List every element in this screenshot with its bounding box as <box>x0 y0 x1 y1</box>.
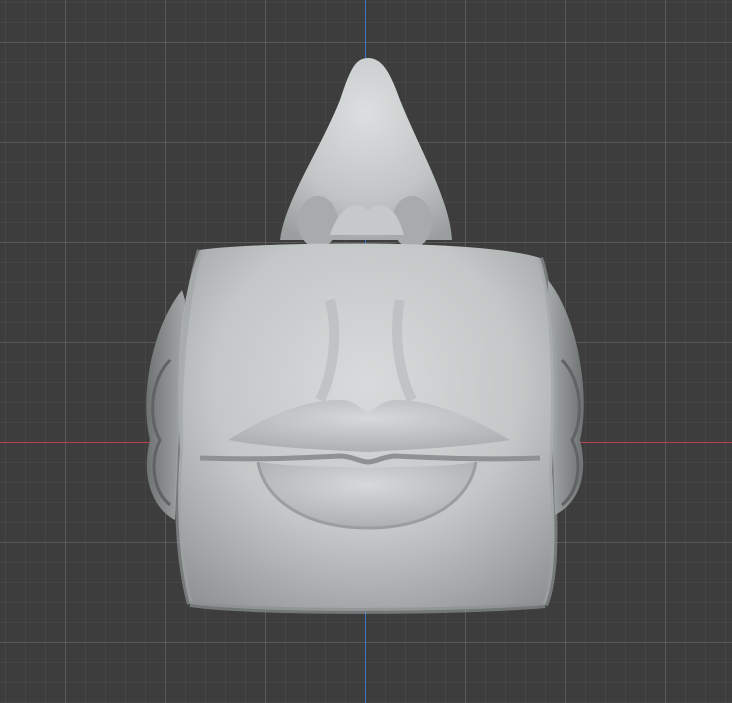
sculpted-face-model[interactable] <box>0 0 732 703</box>
3d-viewport[interactable] <box>0 0 732 703</box>
